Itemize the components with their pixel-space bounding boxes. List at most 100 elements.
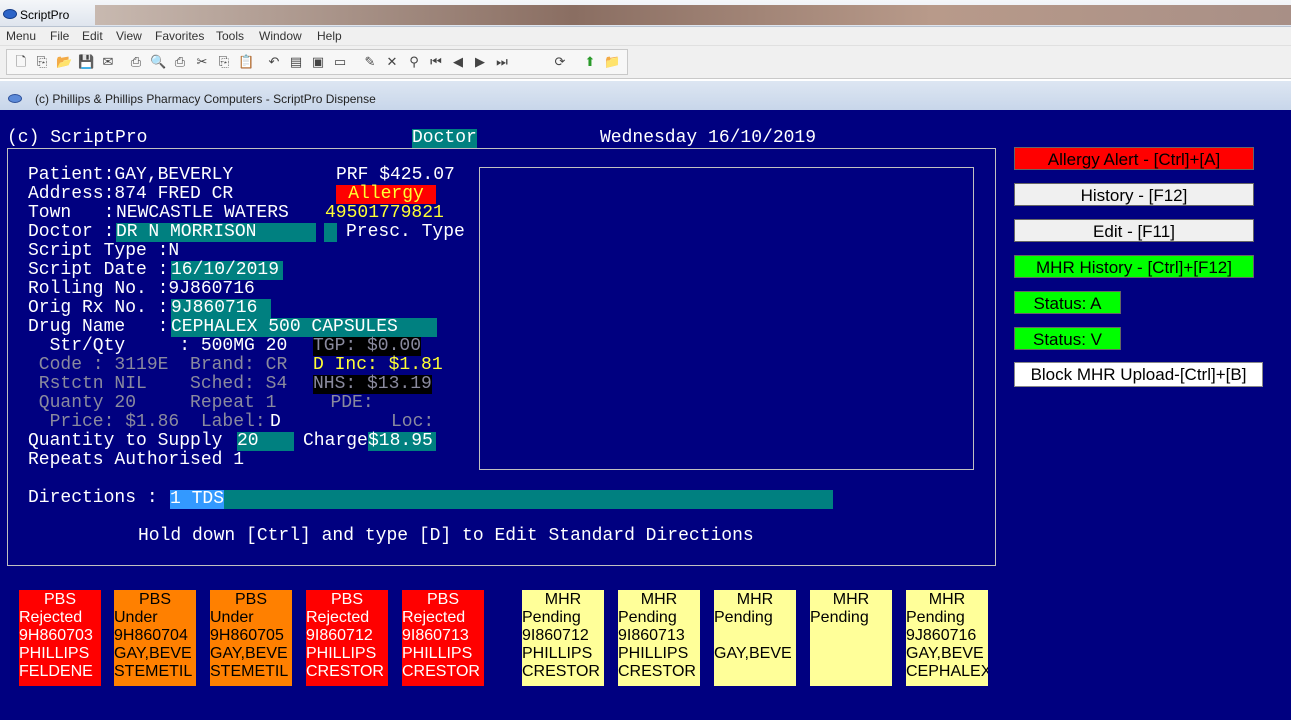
save-icon[interactable]: 💾 [78, 55, 94, 71]
qty-supply-field[interactable]: 20 [237, 432, 294, 451]
block-mhr-upload-button[interactable]: Block MHR Upload-[Ctrl]+[B] [1014, 362, 1263, 387]
allergy-badge: Allergy [336, 185, 436, 204]
printer-icon[interactable]: ⎙ [172, 55, 188, 71]
last-icon[interactable]: ⏭ [494, 55, 510, 71]
tile-status: Under [114, 609, 158, 626]
tile-type: MHR [640, 591, 678, 608]
menu-view[interactable]: View [116, 29, 142, 43]
strength-qty-line: Str/Qty : 500MG 20 [28, 336, 288, 356]
tile-script-no: 9H860704 [114, 627, 188, 644]
child-window-icon [8, 94, 22, 103]
tile-script-no: 9H860703 [19, 627, 93, 644]
form-icon[interactable]: ▤ [288, 55, 304, 71]
directions-field[interactable]: 1 TDS [170, 490, 833, 509]
mhr-tile-pending[interactable]: MHR Pending 9I860713 PHILLIPS CRESTOR [618, 590, 700, 686]
drug-name-field[interactable]: CEPHALEX 500 CAPSULES [171, 318, 437, 337]
child-window-title: (c) Phillips & Phillips Pharmacy Compute… [35, 92, 376, 106]
town-value: NEWCASTLE WATERS [116, 203, 289, 223]
delete-icon[interactable]: ✕ [384, 55, 400, 71]
undo-icon[interactable]: ↶ [266, 55, 282, 71]
mhr-tile-pending[interactable]: MHR Pending 9J860716 GAY,BEVE CEPHALEX [906, 590, 988, 686]
notes-panel [479, 167, 974, 470]
code-brand-line: Code : 3119E Brand: CR [28, 355, 288, 375]
claim-tile-pbs-rejected[interactable]: PBS Rejected 9H860703 PHILLIPS FELDENE [19, 590, 101, 686]
tile-drug: CRESTOR [306, 663, 384, 680]
tile-drug: STEMETIL [210, 663, 289, 680]
copy-doc-icon[interactable]: ⎘ [34, 55, 50, 71]
tile-patient: GAY,BEVE [114, 645, 192, 662]
card-icon[interactable]: ▭ [332, 55, 348, 71]
directions-hint: Hold down [Ctrl] and type [D] to Edit St… [138, 526, 754, 546]
tile-type: MHR [832, 591, 870, 608]
new-icon[interactable]: 🗋 [13, 55, 29, 71]
paste-icon[interactable]: 📋 [238, 55, 254, 71]
first-icon[interactable]: ⏮ [428, 55, 444, 71]
print-icon[interactable]: ⎙ [128, 55, 144, 71]
claim-tile-pbs-under[interactable]: PBS Under 9H860704 GAY,BEVE STEMETIL [114, 590, 196, 686]
mhr-tile-pending[interactable]: MHR Pending 9I860712 PHILLIPS CRESTOR [522, 590, 604, 686]
script-type-line: Script Type :N [28, 241, 180, 261]
history-button[interactable]: History - [F12] [1014, 183, 1254, 206]
menu-tools[interactable]: Tools [216, 29, 244, 43]
mail-icon[interactable]: ✉ [100, 55, 116, 71]
tile-patient: GAY,BEVE [210, 645, 288, 662]
find-icon[interactable]: ⚲ [406, 55, 422, 71]
status-a-button[interactable]: Status: A [1014, 291, 1121, 314]
script-date-field[interactable]: 16/10/2019 [171, 261, 283, 280]
medicare-number: 49501779821 [325, 203, 444, 223]
mhr-history-button[interactable]: MHR History - [Ctrl]+[F12] [1014, 255, 1254, 278]
edit-doc-icon[interactable]: ✎ [362, 55, 378, 71]
address-line: Address:874 FRED CR [28, 184, 234, 204]
menu-edit[interactable]: Edit [82, 29, 103, 43]
refresh-icon[interactable]: ⟳ [552, 55, 568, 71]
menu-bar: Menu File Edit View Favorites Tools Wind… [0, 27, 1291, 46]
toolbar-strip: 🗋 ⎘ 📂 💾 ✉ ⎙ 🔍 ⎙ ✂ ⎘ 📋 ↶ ▤ ▣ ▭ ✎ ✕ ⚲ ⏮ ◀ … [6, 49, 628, 75]
doctor-label: Doctor : [28, 222, 115, 242]
orig-rx-label: Orig Rx No. : [28, 298, 169, 318]
allergy-alert-button[interactable]: Allergy Alert - [Ctrl]+[A] [1014, 147, 1254, 170]
child-window-titlebar: (c) Phillips & Phillips Pharmacy Compute… [0, 80, 1291, 110]
tile-status: Pending [522, 609, 581, 626]
copy-icon[interactable]: ⎘ [216, 55, 232, 71]
menu-file[interactable]: File [50, 29, 69, 43]
next-icon[interactable]: ▶ [472, 55, 488, 71]
claim-tile-pbs-under[interactable]: PBS Under 9H860705 GAY,BEVE STEMETIL [210, 590, 292, 686]
tile-script-no: 9H860705 [210, 627, 284, 644]
rolling-no-line: Rolling No. :9J860716 [28, 279, 255, 299]
status-v-button[interactable]: Status: V [1014, 327, 1121, 350]
folder-icon[interactable]: 📁 [604, 55, 620, 71]
menu-menu[interactable]: Menu [6, 29, 36, 43]
tile-type: PBS [138, 591, 171, 608]
quanty-repeat-line: Quanty 20 Repeat 1 PDE: [28, 393, 374, 413]
open-folder-icon[interactable]: 📂 [56, 55, 72, 71]
cut-icon[interactable]: ✂ [194, 55, 210, 71]
orig-rx-field[interactable]: 9J860716 [171, 299, 271, 318]
tile-status: Pending [618, 609, 677, 626]
edit-button[interactable]: Edit - [F11] [1014, 219, 1254, 242]
d-inc-value: D Inc: $1.81 [313, 355, 443, 375]
doctor-field[interactable]: DR N MORRISON [116, 223, 316, 242]
tile-script-no: 9I860713 [618, 627, 685, 644]
mhr-tile-pending[interactable]: MHR Pending [810, 590, 892, 686]
menu-favorites[interactable]: Favorites [155, 29, 204, 43]
prev-icon[interactable]: ◀ [450, 55, 466, 71]
menu-window[interactable]: Window [259, 29, 302, 43]
tile-status: Pending [810, 609, 869, 626]
nhs-value: NHS: $13.19 [313, 374, 432, 394]
presc-type-field[interactable] [324, 223, 337, 242]
menu-help[interactable]: Help [317, 29, 342, 43]
charge-field[interactable]: $18.95 [368, 432, 436, 451]
preview-icon[interactable]: 🔍 [150, 55, 166, 71]
claim-tile-pbs-rejected[interactable]: PBS Rejected 9I860713 PHILLIPS CRESTOR [402, 590, 484, 686]
tile-type: MHR [736, 591, 774, 608]
claim-tile-pbs-rejected[interactable]: PBS Rejected 9I860712 PHILLIPS CRESTOR [306, 590, 388, 686]
mhr-tile-pending[interactable]: MHR Pending GAY,BEVE [714, 590, 796, 686]
prf-amount: PRF $425.07 [336, 165, 455, 185]
tile-type: PBS [234, 591, 267, 608]
qty-supply-label: Quantity to Supply [28, 431, 234, 451]
upload-icon[interactable]: ⬆ [582, 55, 598, 71]
tile-script-no: 9I860713 [402, 627, 469, 644]
tile-patient: GAY,BEVE [906, 645, 984, 662]
tile-patient: PHILLIPS [306, 645, 377, 662]
image-icon[interactable]: ▣ [310, 55, 326, 71]
